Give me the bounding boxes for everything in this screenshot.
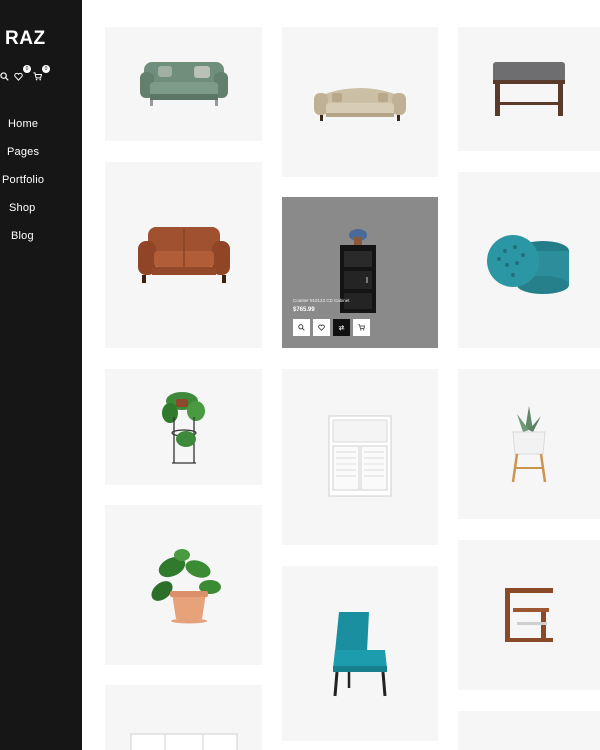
product-card-partial[interactable] xyxy=(458,711,600,750)
product-name[interactable]: Coaster 910123 CD Cabinet xyxy=(293,298,350,303)
white-tv-stand-image xyxy=(130,733,237,750)
teal-tufted-ottoman-image xyxy=(487,235,569,294)
potted-philodendron-image xyxy=(150,549,221,624)
beige-tufted-sofa-image xyxy=(314,88,406,121)
product-card-white-cabinet[interactable] xyxy=(282,369,438,545)
product-card-gray-bench[interactable] xyxy=(458,27,600,151)
nav-item-blog[interactable]: Blog xyxy=(0,228,82,256)
teal-accent-chair-image xyxy=(333,611,387,696)
product-card-beige-sofa[interactable] xyxy=(282,27,438,177)
product-card-green-loveseat[interactable] xyxy=(105,27,262,141)
product-price: $765.99 xyxy=(293,307,315,313)
product-card-tv-stand[interactable] xyxy=(105,685,262,750)
black-cabinet-image xyxy=(340,229,376,313)
nav-item-home[interactable]: Home xyxy=(0,116,82,144)
nav-item-portfolio[interactable]: Portfolio xyxy=(0,172,82,200)
cart-icon xyxy=(358,324,365,331)
compare-arrows-icon xyxy=(338,325,345,331)
cart-icon[interactable]: 0 xyxy=(33,65,50,82)
product-card-brown-loveseat[interactable] xyxy=(105,162,262,348)
white-storage-cabinet-image xyxy=(328,415,392,497)
add-to-cart-button[interactable] xyxy=(353,319,370,336)
gray-bench-image xyxy=(493,62,565,116)
product-card-succulent[interactable] xyxy=(458,369,600,519)
quick-view-button[interactable] xyxy=(293,319,310,336)
search-icon xyxy=(298,324,305,331)
green-loveseat-image xyxy=(139,62,228,106)
compare-button[interactable] xyxy=(333,319,350,336)
search-icon[interactable] xyxy=(0,70,12,82)
cart-count-badge: 0 xyxy=(42,65,50,73)
site-logo[interactable]: RAZ xyxy=(5,28,46,50)
add-to-wishlist-button[interactable] xyxy=(313,319,330,336)
product-card-philodendron[interactable] xyxy=(105,505,262,665)
wishlist-count-badge: 0 xyxy=(23,65,31,73)
wishlist-icon[interactable]: 0 xyxy=(14,65,31,82)
product-card-hanging-plant[interactable] xyxy=(105,369,262,485)
product-card-side-table[interactable] xyxy=(458,540,600,690)
product-card-teal-ottoman[interactable] xyxy=(458,172,600,348)
heart-icon xyxy=(318,324,325,331)
product-card-black-cabinet[interactable]: Coaster 910123 CD Cabinet $765.99 xyxy=(282,197,438,348)
sidebar: RAZ 0 0 Home Pages Portfolio Shop Blog xyxy=(0,0,82,750)
brown-leather-loveseat-image xyxy=(137,227,230,283)
nav-item-pages[interactable]: Pages xyxy=(0,144,82,172)
product-card-teal-chair[interactable] xyxy=(282,566,438,741)
potted-succulent-image xyxy=(511,406,547,483)
header-icons: 0 0 xyxy=(0,65,60,84)
wooden-side-table-image xyxy=(505,588,553,642)
hanging-plant-stand-image xyxy=(161,392,205,464)
main-nav: Home Pages Portfolio Shop Blog xyxy=(0,116,82,256)
nav-item-shop[interactable]: Shop xyxy=(0,200,82,228)
